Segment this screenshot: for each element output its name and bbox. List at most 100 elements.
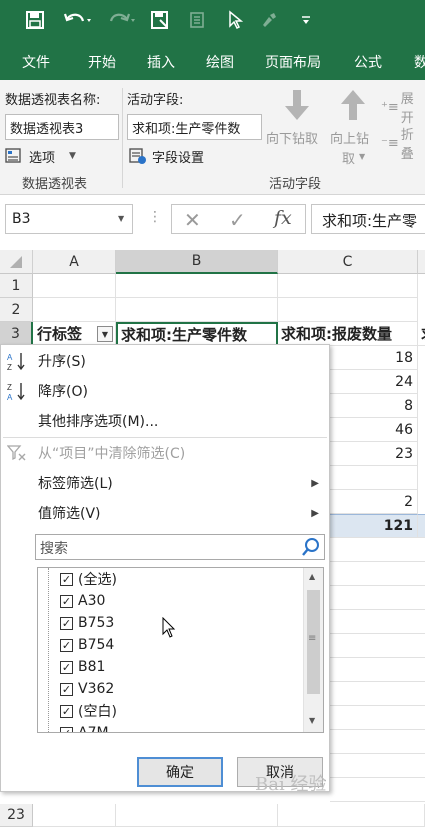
tab-formulas[interactable]: 公式	[354, 52, 382, 72]
active-field-label: 活动字段:	[127, 93, 184, 108]
list-item-label: (全选)	[78, 572, 117, 588]
filter-search-input[interactable]: 搜索	[35, 534, 325, 560]
checkbox-checked-icon[interactable]: ✓	[60, 616, 73, 630]
cell-d11[interactable]	[418, 514, 425, 538]
menu-value-filter[interactable]: 值筛选(V) ▶	[1, 498, 329, 528]
list-item-label: B754	[78, 637, 115, 653]
cell-d3[interactable]: 求	[418, 322, 425, 346]
cell-c7[interactable]: 46	[330, 418, 418, 442]
cell-a23[interactable]	[33, 804, 116, 827]
checkbox-checked-icon[interactable]: ✓	[60, 682, 73, 696]
search-icon[interactable]	[301, 537, 321, 561]
checkbox-checked-icon[interactable]: ✓	[60, 594, 73, 608]
cell-b3-selected[interactable]: 求和项:生产零件数	[116, 322, 278, 346]
ok-button[interactable]: 确定	[137, 757, 223, 787]
cell-b23[interactable]	[116, 804, 278, 827]
cell-a1[interactable]	[33, 274, 116, 298]
scroll-down-icon[interactable]: ▼	[309, 716, 315, 725]
cancel-icon[interactable]: ✕	[184, 208, 201, 232]
tab-home[interactable]: 开始	[88, 52, 116, 72]
drill-up-button[interactable]: 向上钻 取 ▼	[330, 86, 378, 170]
list-scrollbar[interactable]: ▲ ≡ ▼	[303, 568, 323, 732]
column-header-a[interactable]: A	[33, 250, 116, 274]
column-header-c[interactable]: C	[278, 250, 418, 274]
insert-function-icon[interactable]: fx	[274, 207, 292, 229]
cell-c6[interactable]: 8	[330, 394, 418, 418]
cursor-icon[interactable]	[224, 8, 246, 32]
tab-data[interactable]: 数	[414, 52, 425, 72]
list-item-label: A30	[78, 593, 106, 609]
column-header-b[interactable]: B	[116, 250, 278, 274]
checkbox-checked-icon[interactable]: ✓	[60, 638, 73, 652]
column-header-d[interactable]	[418, 250, 425, 274]
cell-c2[interactable]	[278, 298, 418, 322]
collapse-icon: ⁻≡	[381, 135, 399, 151]
field-settings-button[interactable]: 字段设置	[129, 144, 249, 168]
formula-input[interactable]: 求和项:生产零	[311, 204, 425, 234]
chevron-down-icon: ▼	[359, 152, 366, 161]
save-icon[interactable]	[24, 8, 46, 32]
cell-c11-grand-total[interactable]: 121	[330, 514, 418, 538]
search-placeholder: 搜索	[40, 541, 68, 557]
menu-sort-ascending[interactable]: AZ 升序(S)	[1, 346, 329, 376]
redo-icon[interactable]	[104, 8, 140, 32]
format-painter-icon[interactable]	[258, 8, 280, 32]
empty-cells	[330, 538, 425, 804]
cell-b2[interactable]	[116, 298, 278, 322]
menu-sort-descending[interactable]: ZA 降序(O)	[1, 376, 329, 406]
arrow-up-icon	[336, 88, 370, 126]
cell-b1[interactable]	[116, 274, 278, 298]
active-field-input[interactable]: 求和项:生产零件数	[127, 114, 262, 140]
svg-text:A: A	[7, 393, 13, 401]
cell-c3[interactable]: 求和项:报废数量	[278, 322, 418, 346]
submenu-arrow-icon: ▶	[311, 507, 319, 519]
drill-down-label: 向下钻取	[266, 132, 319, 147]
save-as-icon[interactable]	[149, 8, 171, 32]
name-box[interactable]: B3 ▼	[5, 204, 133, 234]
cell-c4[interactable]: 18	[330, 346, 418, 370]
customize-icon[interactable]	[296, 8, 316, 32]
resize-handle-icon[interactable]: ⋮	[148, 209, 162, 225]
formula-text: 求和项:生产零	[322, 212, 418, 230]
row-header-2[interactable]: 2	[0, 298, 33, 322]
row-header-1[interactable]: 1	[0, 274, 33, 298]
cell-c5[interactable]: 24	[330, 370, 418, 394]
scroll-thumb[interactable]: ≡	[307, 590, 320, 694]
tab-page-layout[interactable]: 页面布局	[265, 52, 321, 72]
menu-clear-filter[interactable]: 从“项目”中清除筛选(C)	[1, 438, 329, 468]
cell-c9[interactable]	[330, 466, 418, 490]
expand-field-button[interactable]: ⁺≡ 展开	[381, 92, 425, 126]
row-header-23[interactable]: 23	[0, 804, 33, 827]
cell-c10[interactable]: 2	[330, 490, 418, 514]
row-header-3[interactable]: 3	[0, 322, 33, 346]
menu-label-filter[interactable]: 标签筛选(L) ▶	[1, 468, 329, 498]
sort-descending-label: 降序(O)	[38, 384, 88, 400]
mouse-cursor-icon	[161, 616, 177, 643]
select-all-corner[interactable]	[0, 250, 33, 274]
checkbox-checked-icon[interactable]: ✓	[60, 704, 73, 718]
drill-down-button[interactable]: 向下钻取	[266, 86, 328, 158]
collapse-field-button[interactable]: ⁻≡ 折叠	[381, 128, 425, 162]
options-button[interactable]: 选项 ▼	[5, 144, 105, 168]
checkbox-checked-icon[interactable]: ✓	[60, 726, 73, 732]
tab-file[interactable]: 文件	[22, 52, 50, 72]
checkbox-checked-icon[interactable]: ✓	[60, 572, 73, 586]
cell-c1[interactable]	[278, 274, 418, 298]
tab-insert[interactable]: 插入	[147, 52, 175, 72]
enter-icon[interactable]: ✓	[229, 208, 246, 232]
scroll-up-icon[interactable]: ▲	[309, 572, 315, 581]
select-data-icon[interactable]	[187, 8, 209, 32]
cell-a3-row-labels[interactable]: 行标签 ▼	[33, 322, 116, 346]
cell-a2[interactable]	[33, 298, 116, 322]
tab-draw[interactable]: 绘图	[206, 52, 234, 72]
formula-bar: B3 ▼ ⋮ ✕ ✓ fx 求和项:生产零	[0, 195, 425, 250]
cell-c8[interactable]: 23	[330, 442, 418, 466]
pivot-name-input[interactable]: 数据透视表3	[5, 114, 119, 140]
menu-more-sort-options[interactable]: 其他排序选项(M)...	[1, 406, 329, 436]
list-item-label: B81	[78, 659, 106, 675]
checkbox-checked-icon[interactable]: ✓	[60, 660, 73, 674]
undo-icon[interactable]	[60, 8, 96, 32]
filter-dropdown-button[interactable]: ▼	[97, 326, 113, 342]
tree-line	[48, 568, 49, 732]
row-labels-text: 行标签	[37, 325, 83, 343]
